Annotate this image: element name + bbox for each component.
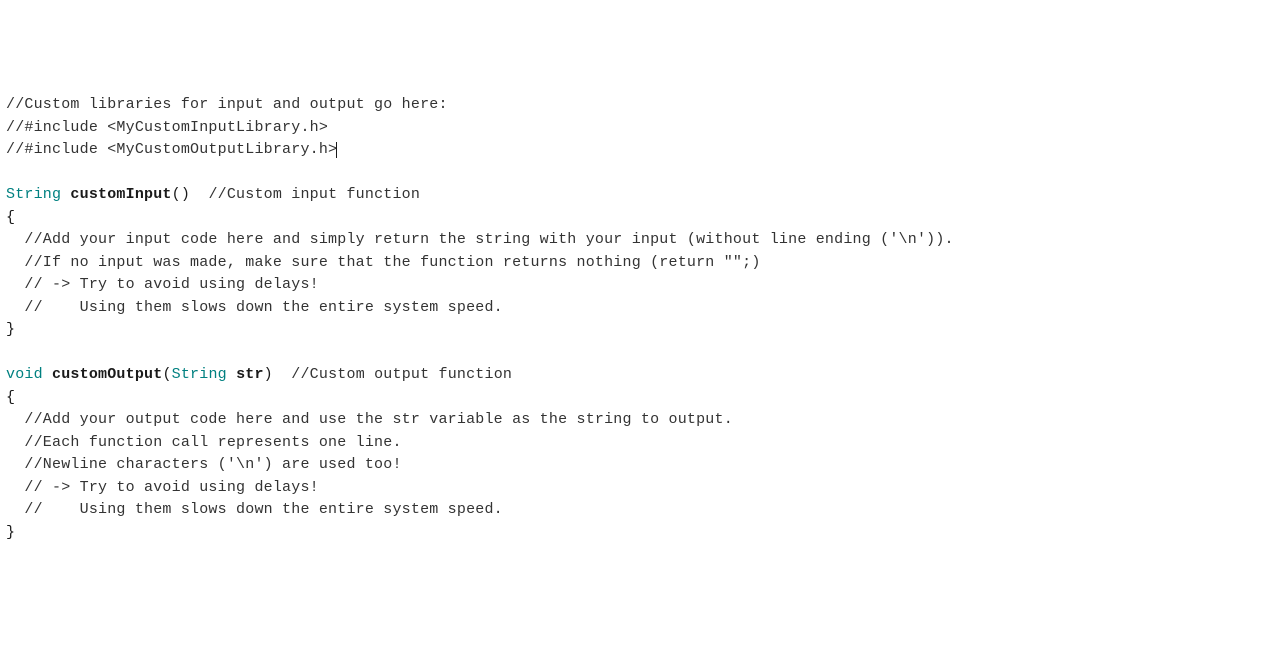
code-line: void customOutput(String str) //Custom o… [6, 364, 1276, 387]
code-line: } [6, 522, 1276, 545]
code-line: // -> Try to avoid using delays! [6, 274, 1276, 297]
keyword-token: void [6, 366, 43, 383]
params-token: () [172, 186, 190, 203]
function-name-token: customInput [70, 186, 171, 203]
type-token: String [172, 366, 227, 383]
code-line: String customInput() //Custom input func… [6, 184, 1276, 207]
code-line: //Each function call represents one line… [6, 432, 1276, 455]
code-line [6, 162, 1276, 185]
code-line: } [6, 319, 1276, 342]
comment-token: //#include <MyCustomOutputLibrary.h> [6, 141, 337, 158]
code-line: // Using them slows down the entire syst… [6, 499, 1276, 522]
code-line: //#include <MyCustomInputLibrary.h> [6, 117, 1276, 140]
text-cursor [336, 142, 337, 159]
code-line: //Add your input code here and simply re… [6, 229, 1276, 252]
comment-token: //Custom libraries for input and output … [6, 96, 448, 113]
code-line: //Newline characters ('\n') are used too… [6, 454, 1276, 477]
comment-token: //#include <MyCustomInputLibrary.h> [6, 119, 328, 136]
brace-token: } [6, 321, 15, 338]
code-line: { [6, 207, 1276, 230]
comment-token: // -> Try to avoid using delays! [6, 276, 319, 293]
comment-token: //Add your input code here and simply re… [6, 231, 954, 248]
code-line [6, 342, 1276, 365]
code-line: //#include <MyCustomOutputLibrary.h> [6, 139, 1276, 162]
brace-token: { [6, 389, 15, 406]
code-line: // Using them slows down the entire syst… [6, 297, 1276, 320]
comment-token: //Custom output function [291, 366, 512, 383]
code-line: //If no input was made, make sure that t… [6, 252, 1276, 275]
code-line: //Custom libraries for input and output … [6, 94, 1276, 117]
function-name-token: customOutput [52, 366, 162, 383]
code-line: // -> Try to avoid using delays! [6, 477, 1276, 500]
param-name-token: str [236, 366, 264, 383]
code-line: //Add your output code here and use the … [6, 409, 1276, 432]
comment-token: //Each function call represents one line… [6, 434, 402, 451]
brace-token: } [6, 524, 15, 541]
comment-token: // Using them slows down the entire syst… [6, 299, 503, 316]
code-block: //Custom libraries for input and output … [6, 94, 1276, 544]
code-line: { [6, 387, 1276, 410]
type-token: String [6, 186, 61, 203]
comment-token: // -> Try to avoid using delays! [6, 479, 319, 496]
comment-token: //If no input was made, make sure that t… [6, 254, 761, 271]
comment-token: //Add your output code here and use the … [6, 411, 733, 428]
comment-token: //Custom input function [208, 186, 420, 203]
brace-token: { [6, 209, 15, 226]
comment-token: //Newline characters ('\n') are used too… [6, 456, 402, 473]
comment-token: // Using them slows down the entire syst… [6, 501, 503, 518]
